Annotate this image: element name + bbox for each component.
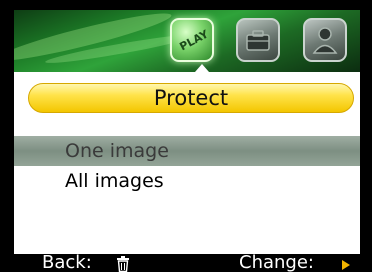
- menu-frame: PLAY Protect One image All images Back: …: [14, 10, 360, 272]
- setup-mode-icon[interactable]: [236, 18, 280, 62]
- change-hint: Change:: [239, 252, 314, 272]
- trash-icon: [117, 256, 129, 272]
- camera-screen: PLAY Protect One image All images Back: …: [0, 0, 372, 272]
- back-hint: Back:: [42, 252, 92, 272]
- active-mode-pointer: [195, 64, 209, 72]
- user-mode-icon[interactable]: [303, 18, 347, 62]
- menu-item-label: One image: [65, 140, 169, 162]
- protect-menu: One image All images: [14, 136, 360, 196]
- footer-bar: Back: Change:: [14, 252, 360, 272]
- play-mode-icon[interactable]: PLAY: [170, 18, 214, 62]
- play-mode-label: PLAY: [177, 27, 211, 54]
- menu-item-one-image[interactable]: One image: [14, 136, 360, 166]
- menu-item-all-images[interactable]: All images: [14, 166, 360, 196]
- menu-item-label: All images: [65, 170, 164, 192]
- person-icon: [312, 27, 338, 54]
- mode-header: PLAY: [14, 10, 360, 72]
- arrow-right-icon: [342, 260, 350, 270]
- briefcase-icon: [246, 30, 270, 51]
- page-title: Protect: [28, 83, 354, 113]
